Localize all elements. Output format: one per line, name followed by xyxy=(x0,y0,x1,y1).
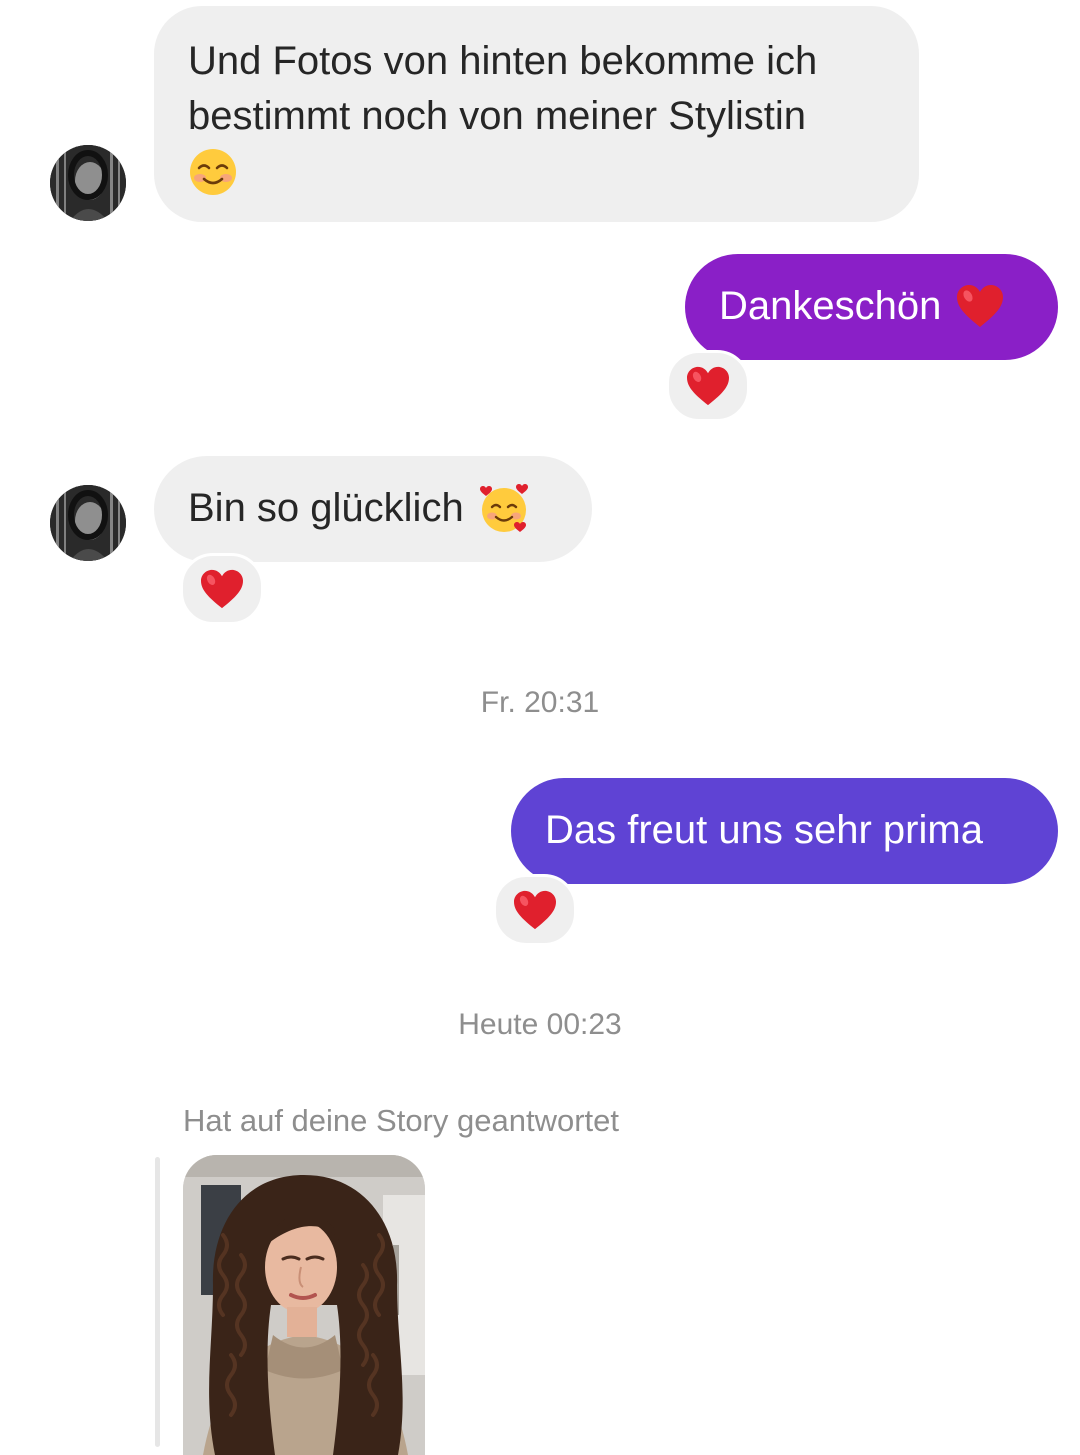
avatar-photo xyxy=(50,145,126,221)
conversation-timestamp: Heute 00:23 xyxy=(458,1008,622,1041)
message-reaction[interactable] xyxy=(180,553,264,625)
message-text: Bin so glücklich xyxy=(188,486,464,530)
message-text: Dankeschön xyxy=(719,284,942,328)
red-heart-icon xyxy=(957,285,1004,327)
conversation-timestamp: Fr. 20:31 xyxy=(480,686,600,719)
message-bubble-outgoing[interactable]: Dankeschön xyxy=(685,254,1058,360)
red-heart-icon xyxy=(514,890,556,930)
story-photo xyxy=(183,1155,425,1455)
contact-avatar[interactable] xyxy=(50,485,126,561)
red-heart-icon xyxy=(201,569,243,609)
message-bubble-incoming[interactable]: Und Fotos von hinten bekomme ich bestimm… xyxy=(154,6,919,222)
contact-avatar[interactable] xyxy=(50,145,126,221)
message-text: Das freut uns sehr prima xyxy=(545,808,983,852)
message-reaction[interactable] xyxy=(493,874,577,946)
story-thumbnail[interactable] xyxy=(183,1155,425,1455)
smiling-face-icon xyxy=(190,148,236,195)
message-text-line: bestimmt noch von meiner Stylistin xyxy=(188,94,807,138)
smiling-face-with-hearts-icon xyxy=(479,484,528,532)
message-bubble-incoming[interactable]: Bin so glücklich xyxy=(154,456,592,562)
message-reaction[interactable] xyxy=(666,350,750,422)
avatar-photo xyxy=(50,485,126,561)
message-text-line: Und Fotos von hinten bekomme ich xyxy=(188,39,818,83)
message-bubble-outgoing[interactable]: Das freut uns sehr prima xyxy=(511,778,1058,884)
red-heart-icon xyxy=(687,366,729,406)
story-reply-caption: Hat auf deine Story geantwortet xyxy=(183,1103,619,1138)
story-reply-indicator-line xyxy=(155,1157,160,1447)
